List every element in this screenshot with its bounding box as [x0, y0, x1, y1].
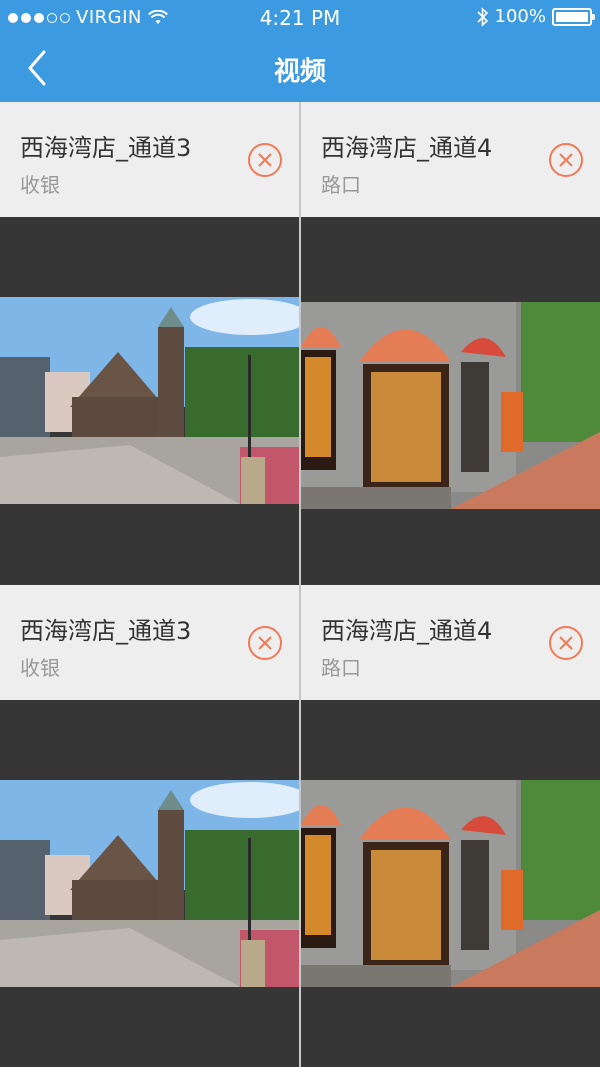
video-thumbnail-storefront[interactable] — [301, 780, 600, 987]
cell-header: 西海湾店_通道3 收银 — [0, 102, 299, 217]
channel-subtitle: 路口 — [321, 656, 361, 680]
cell-header: 西海湾店_通道4 路口 — [301, 102, 600, 217]
top-bar: VIRGIN 4:21 PM 100% 视频 — [0, 0, 600, 102]
channel-name: 西海湾店_通道3 — [20, 134, 192, 162]
cell-header: 西海湾店_通道3 收银 — [0, 585, 299, 700]
page-title: 视频 — [273, 57, 326, 87]
channel-name: 西海湾店_通道4 — [321, 134, 493, 162]
video-thumbnail-storefront[interactable] — [301, 302, 600, 509]
video-cell[interactable]: 西海湾店_通道4 路口 — [301, 585, 600, 1067]
channel-subtitle: 路口 — [321, 173, 361, 197]
close-icon[interactable] — [548, 625, 584, 661]
battery-icon — [552, 7, 595, 26]
bluetooth-icon — [476, 6, 488, 27]
channel-name: 西海湾店_通道3 — [20, 617, 192, 645]
nav-bar: 视频 — [0, 34, 600, 102]
close-icon[interactable] — [247, 142, 283, 178]
battery-percent: 100% — [494, 6, 546, 27]
channel-subtitle: 收银 — [20, 656, 60, 680]
video-thumbnail-church[interactable] — [0, 297, 299, 504]
status-bar: VIRGIN 4:21 PM 100% — [0, 0, 600, 34]
channel-subtitle: 收银 — [20, 173, 60, 197]
cell-header: 西海湾店_通道4 路口 — [301, 585, 600, 700]
video-thumbnail-church[interactable] — [0, 780, 299, 987]
video-cell[interactable]: 西海湾店_通道3 收银 — [0, 585, 299, 1067]
grid-divider — [299, 102, 301, 1067]
status-right: 100% — [476, 6, 595, 27]
video-cell[interactable]: 西海湾店_通道3 收银 — [0, 102, 299, 584]
video-cell[interactable]: 西海湾店_通道4 路口 — [301, 102, 600, 584]
close-icon[interactable] — [548, 142, 584, 178]
close-icon[interactable] — [247, 625, 283, 661]
channel-name: 西海湾店_通道4 — [321, 617, 493, 645]
